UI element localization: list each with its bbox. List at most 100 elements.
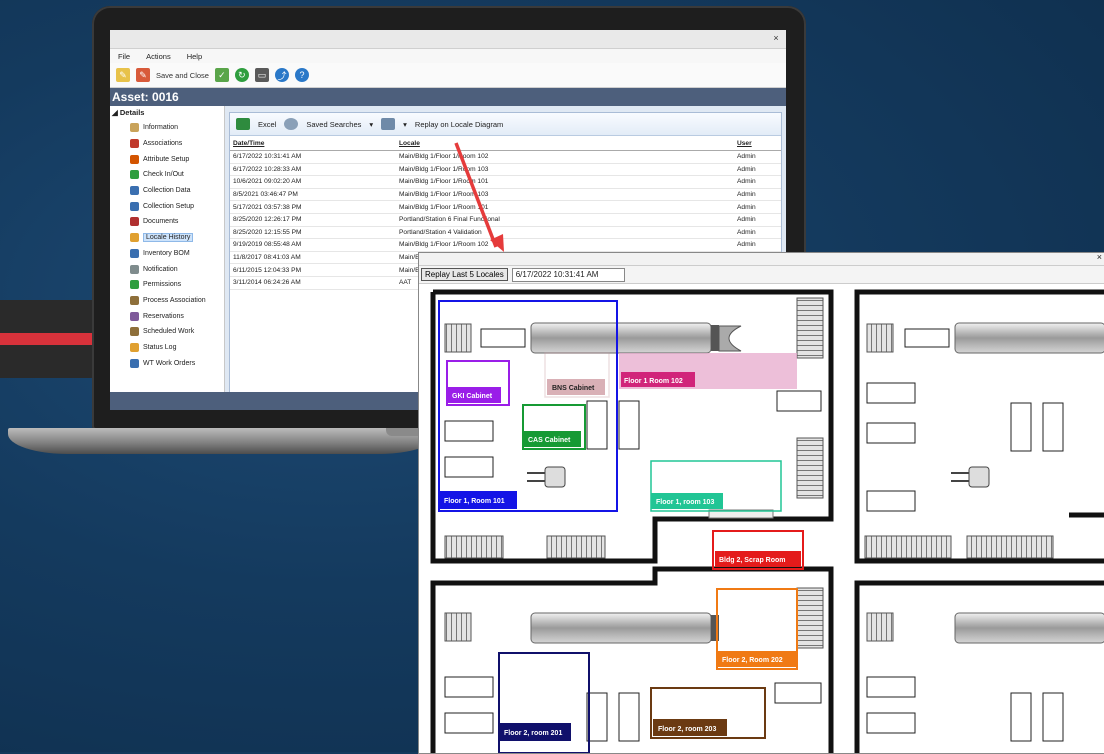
help-icon[interactable]: ? [294,68,309,82]
tree-item-reservations[interactable]: Reservations [110,308,224,324]
tree-item-icon [130,123,139,133]
table-row[interactable]: 8/5/2021 03:46:47 PM Main/Bldg 1/Floor 1/… [230,188,781,202]
tree-item-notification[interactable]: Notification [110,261,224,277]
tree-item-label: Process Association [143,296,206,304]
zone-room-202-label: Floor 2, Room 202 [722,657,783,664]
table-row[interactable]: 9/19/2019 08:55:48 AM Main/Bldg 1/Floor 1… [230,238,781,252]
cell-user: Admin [734,238,781,252]
tree-item-check-in-out[interactable]: Check In/Out [110,167,224,183]
cell-locale: Main/Bldg 1/Floor 1/Room 103 [396,163,734,177]
refresh-icon[interactable]: ↻ [234,68,249,82]
tree-item-label: Collection Data [143,187,191,195]
rack [444,535,504,559]
columns-chevron-icon[interactable]: ▾ [403,120,407,129]
save-close-icon[interactable]: ✎ [136,68,150,82]
truck-bottom-right [866,612,1104,644]
tree-item-icon [130,358,139,368]
dropdown-chevron-icon[interactable]: ▾ [369,120,373,129]
tree-item-inventory-bom[interactable]: Inventory BOM [110,246,224,262]
tables [444,328,1064,742]
table-row[interactable]: 6/17/2022 10:28:33 AM Main/Bldg 1/Floor 1… [230,163,781,177]
rack [796,437,824,499]
tree-item-permissions[interactable]: Permissions [110,277,224,293]
tree-item-label: WT Work Orders [143,359,196,367]
edit-pencil-icon[interactable]: ✎ [116,68,130,82]
excel-button[interactable]: Excel [258,120,276,129]
menu-file[interactable]: File [118,52,130,61]
tree-item-icon [130,201,139,211]
cell-user: Admin [734,188,781,202]
popup-close-icon[interactable]: × [1097,253,1102,262]
print-icon[interactable]: ▭ [254,68,269,82]
replay-last-5-locales-button[interactable]: Replay Last 5 Locales [421,268,508,281]
menu-bar: File Actions Help [110,49,786,63]
tree-item-icon [130,186,139,196]
zone-room-201[interactable]: Floor 2, room 201 [498,652,590,753]
excel-icon[interactable] [236,118,250,130]
zone-room-103[interactable]: Floor 1, room 103 [650,460,782,512]
header-user[interactable]: User [734,136,781,151]
cell-datetime: 6/11/2015 12:04:33 PM [230,263,396,277]
share-icon[interactable]: ⤴ [274,68,289,82]
rack [796,297,824,359]
zone-room-102[interactable]: Floor 1 Room 102 [619,353,797,389]
rack [444,323,472,353]
cell-datetime: 8/25/2020 12:15:55 PM [230,226,396,240]
tree-item-label: Documents [143,218,179,226]
zone-room-202[interactable]: Floor 2, Room 202 [716,588,798,670]
tree-root-details[interactable]: ◢ Details [110,108,224,120]
floor-plan-diagram: Floor 1 Room 102 Floor 1, Room 101 GKI C… [430,289,1104,753]
tree-item-documents[interactable]: Documents [110,214,224,230]
grid-toolbar: Excel Saved Searches ▾ ▾ Replay on Local… [230,113,781,136]
zone-room-203[interactable]: Floor 2, room 203 [650,687,766,739]
saved-searches-button[interactable]: Saved Searches [306,120,361,129]
replay-date-field[interactable]: 6/17/2022 10:31:41 AM [511,267,625,282]
zone-room-101-label: Floor 1, Room 101 [444,498,505,505]
truck-top-left [530,322,742,354]
cell-user: Admin [734,150,781,164]
header-datetime[interactable]: Date/Time [230,136,396,151]
tree-items: Information Associations Attribute Setup Ch… [110,120,224,371]
tree-item-collection-setup[interactable]: Collection Setup [110,198,224,214]
tree-item-label: Collection Setup [143,202,194,210]
zone-gki-cabinet[interactable]: GKI Cabinet [446,360,510,406]
close-icon[interactable]: × [770,32,782,44]
zone-room-203-label: Floor 2, room 203 [658,726,716,733]
table-row[interactable]: 6/17/2022 10:31:41 AM Main/Bldg 1/Floor 1… [230,150,781,164]
cell-datetime: 9/19/2019 08:55:48 AM [230,238,396,252]
table-row[interactable]: 8/25/2020 12:26:17 PM Portland/Station 6 … [230,213,781,227]
cell-user: Admin [734,226,781,240]
saved-searches-icon[interactable] [284,118,299,130]
zone-bns-cabinet[interactable]: BNS Cabinet [544,352,610,398]
table-row[interactable]: 10/6/2021 09:02:20 AM Main/Bldg 1/Floor 1… [230,175,781,189]
tree-item-icon [130,233,139,243]
table-row[interactable]: 5/17/2021 03:57:38 PM Main/Bldg 1/Floor 1… [230,200,781,214]
replay-on-locale-diagram-button[interactable]: Replay on Locale Diagram [415,120,503,129]
columns-icon[interactable] [381,118,396,130]
tree-item-label: Permissions [143,281,182,289]
tree-item-attribute-setup[interactable]: Attribute Setup [110,151,224,167]
check-icon[interactable]: ✓ [214,68,229,82]
tree-item-associations[interactable]: Associations [110,136,224,152]
tree-item-collection-data[interactable]: Collection Data [110,183,224,199]
menu-actions[interactable]: Actions [146,52,171,61]
zone-gki-label: GKI Cabinet [452,393,493,400]
tree-item-label: Associations [143,140,183,148]
zone-room-102-label: Floor 1 Room 102 [624,378,683,385]
cell-datetime: 6/17/2022 10:28:33 AM [230,163,396,177]
zone-cas-cabinet[interactable]: CAS Cabinet [522,404,586,450]
tree-item-information[interactable]: Information [110,120,224,136]
tree-item-locale-history[interactable]: Locale History [110,230,224,246]
table-row[interactable]: 8/25/2020 12:15:55 PM Portland/Station 4 … [230,226,781,240]
tree-item-scheduled-work[interactable]: Scheduled Work [110,324,224,340]
tree-item-status-log[interactable]: Status Log [110,340,224,356]
tree-item-wt-work-orders[interactable]: WT Work Orders [110,355,224,371]
tree-item-process-association[interactable]: Process Association [110,293,224,309]
save-and-close-button[interactable]: Save and Close [156,71,209,80]
header-locale[interactable]: Locale [396,136,734,151]
cell-locale: Main/Bldg 1/Floor 1/Room 102 [396,238,734,252]
zone-scrap-room[interactable]: Bldg 2, Scrap Room [712,530,804,570]
truck-top-right [866,322,1104,354]
menu-help[interactable]: Help [187,52,202,61]
cell-user: Admin [734,163,781,177]
